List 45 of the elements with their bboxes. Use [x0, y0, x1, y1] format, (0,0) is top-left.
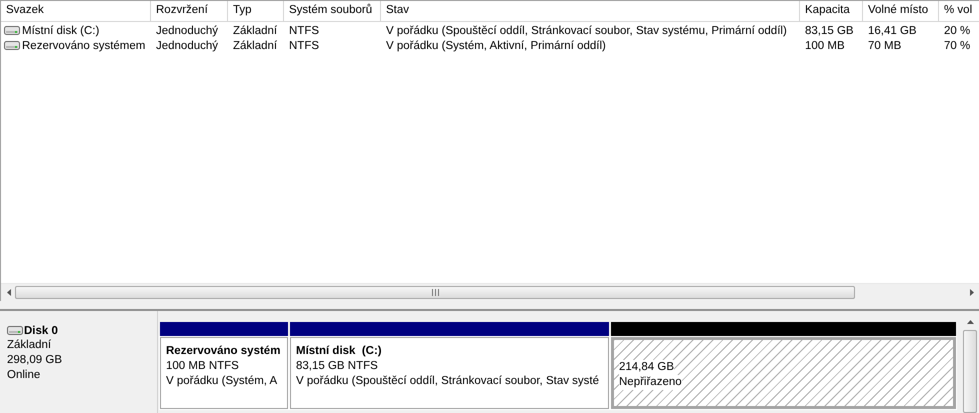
table-cell: Jednoduchý	[156, 24, 218, 36]
column-header[interactable]: Stav	[381, 1, 800, 21]
unallocated-box[interactable]: 214,84 GB Nepřiřazeno	[611, 337, 956, 409]
drive-icon	[4, 26, 20, 35]
partition-size: 100 MB NTFS	[166, 359, 240, 374]
column-header[interactable]: Svazek	[1, 1, 151, 21]
partition-status: V pořádku (Spouštěcí oddíl, Stránkovací soubor, Stav systé	[296, 374, 600, 389]
column-header[interactable]: Rozvržení	[151, 1, 228, 21]
partition-status: Nepřiřazeno	[619, 375, 682, 390]
table-cell: Jednoduchý	[156, 40, 218, 52]
column-header[interactable]: Systém souborů	[284, 1, 381, 21]
table-cell: 83,15 GB	[805, 24, 854, 36]
table-cell: 70 %	[944, 40, 970, 52]
table-cell: Rezervováno systémem	[22, 40, 146, 52]
partition-name: Rezervováno systém	[166, 344, 282, 359]
table-cell: V pořádku (Systém, Aktivní, Primární oddíl)	[386, 40, 606, 52]
table-cell: 16,41 GB	[868, 24, 917, 36]
disk-status: Online	[7, 368, 42, 383]
partition-box[interactable]: Rezervováno systém 100 MB NTFS V pořádku (Systém, A	[160, 337, 288, 409]
partition-status: V pořádku (Systém, A	[166, 374, 278, 389]
table-cell: 20 %	[944, 24, 970, 36]
partition-box[interactable]: Místní disk (C:) 83,15 GB NTFS V pořádku (Spouštěcí oddíl, Stránkovací soubor, Stav systé	[290, 337, 609, 409]
column-header[interactable]: Kapacita	[800, 1, 863, 21]
grip-icon	[432, 289, 438, 296]
table-cell: 100 MB	[805, 40, 845, 52]
table-cell: NTFS	[289, 24, 320, 36]
disk-size: 298,09 GB	[7, 353, 63, 368]
table-cell: V pořádku (Spouštěcí oddíl, Stránkovací soubor, Stav systému, Primární oddíl)	[386, 24, 787, 36]
table-cell: Základní	[233, 24, 278, 36]
partition-size: 214,84 GB	[619, 360, 674, 375]
table-cell: NTFS	[289, 40, 320, 52]
column-header[interactable]: % vol	[939, 1, 979, 21]
table-cell: Místní disk (C:)	[22, 24, 100, 36]
table-cell: Základní	[233, 40, 278, 52]
column-header[interactable]: Typ	[228, 1, 284, 21]
disk-type: Základní	[7, 338, 52, 353]
disk-name: Disk 0	[24, 324, 58, 336]
partition-name: Místní disk (C:)	[296, 344, 383, 359]
drive-icon	[7, 326, 23, 335]
column-header[interactable]: Volné místo	[863, 1, 939, 21]
partition-size: 83,15 GB NTFS	[296, 359, 379, 374]
table-cell: 70 MB	[868, 40, 902, 52]
scrollbar-thumb[interactable]	[15, 286, 855, 299]
scrollbar-thumb[interactable]	[963, 330, 977, 413]
drive-icon	[4, 41, 20, 50]
